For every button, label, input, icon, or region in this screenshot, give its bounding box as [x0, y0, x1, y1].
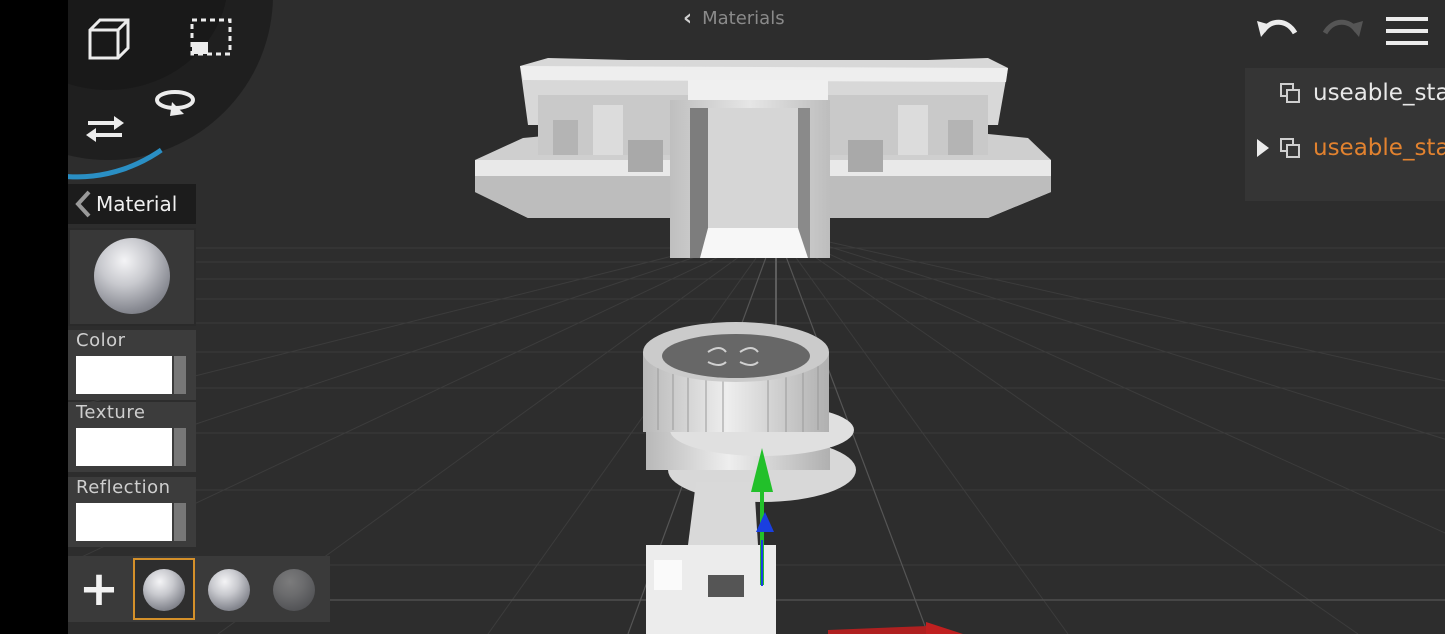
scene-outliner: useable_sta useable_sta	[1245, 68, 1445, 201]
outliner-item-label: useable_sta	[1313, 80, 1445, 106]
3d-viewport[interactable]: ‹ Materials useable_sta useable_sta Mate…	[68, 0, 1445, 634]
swatch-edge	[174, 356, 186, 394]
property-reflection: Reflection	[68, 477, 196, 547]
property-label: Texture	[76, 402, 146, 423]
material-slot-selected[interactable]	[133, 558, 195, 620]
outliner-item[interactable]: useable_sta	[1245, 73, 1445, 113]
undo-icon	[1257, 19, 1298, 37]
outliner-item-label: useable_sta	[1313, 135, 1445, 161]
chevron-left-icon	[75, 190, 91, 218]
object-copy-icon	[1280, 138, 1300, 158]
left-black-strip	[0, 0, 68, 634]
property-label: Color	[76, 330, 126, 351]
chevron-left-icon: ‹	[683, 6, 693, 31]
swatch-edge	[174, 428, 186, 466]
expand-arrow-icon[interactable]	[1255, 137, 1271, 159]
property-texture: Texture	[68, 402, 196, 472]
texture-swatch[interactable]	[76, 428, 172, 466]
breadcrumb-label: Materials	[702, 8, 785, 29]
material-sphere-icon	[273, 569, 315, 611]
breadcrumb[interactable]: ‹ Materials	[683, 6, 785, 31]
property-label: Reflection	[76, 477, 171, 498]
add-material-button[interactable]: +	[68, 558, 130, 620]
redo-icon	[1322, 19, 1363, 37]
undo-button[interactable]	[1252, 8, 1302, 54]
color-swatch[interactable]	[76, 356, 172, 394]
outliner-item-selected[interactable]: useable_sta	[1245, 128, 1445, 168]
material-bar: +	[68, 556, 330, 622]
scene-canvas[interactable]	[68, 0, 1445, 634]
material-preview-sphere	[94, 238, 170, 314]
material-back-button[interactable]: Material	[68, 184, 196, 224]
material-sphere-icon	[143, 569, 185, 611]
swatch-edge	[174, 503, 186, 541]
cube-icon[interactable]	[86, 16, 132, 62]
reflection-swatch[interactable]	[76, 503, 172, 541]
material-panel-title: Material	[96, 192, 178, 216]
material-sphere-icon	[208, 569, 250, 611]
menu-icon	[1386, 17, 1428, 45]
redo-button[interactable]	[1318, 8, 1368, 54]
property-color: Color	[68, 330, 196, 400]
app-window: ‹ Materials useable_sta useable_sta Mate…	[0, 0, 1445, 634]
object-copy-icon	[1280, 83, 1300, 103]
rotate-icon[interactable]	[152, 80, 198, 126]
material-slot[interactable]	[198, 558, 260, 620]
swap-arrows-icon[interactable]	[82, 106, 128, 152]
menu-button[interactable]	[1382, 8, 1432, 54]
material-preview	[68, 228, 196, 326]
selection-marquee-icon[interactable]	[188, 14, 234, 60]
material-slot[interactable]	[263, 558, 325, 620]
